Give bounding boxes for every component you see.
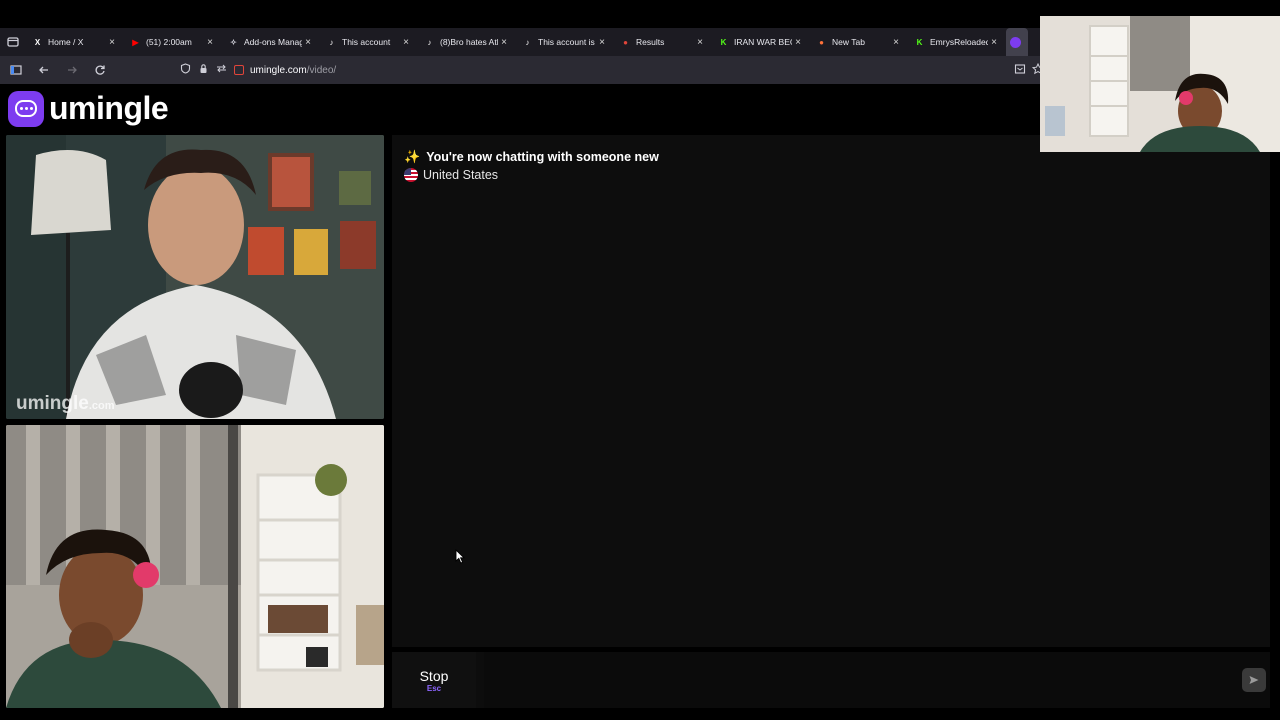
url-host: umingle.com xyxy=(250,64,307,76)
globe-icon: ● xyxy=(623,37,628,47)
browser-tab[interactable]: ♪ This account is p × xyxy=(516,28,614,56)
chat-status-line: ✨ You're now chatting with someone new xyxy=(404,149,659,165)
tab-title: (51) 2:00am xyxy=(146,37,192,47)
tab-title: This account is p xyxy=(538,37,596,47)
tab-title: IRAN WAR BEGI xyxy=(734,37,792,47)
browser-tab[interactable]: ● Results × xyxy=(614,28,712,56)
browser-tab[interactable]: ✧ Add-ons Manag × xyxy=(222,28,320,56)
reload-icon[interactable] xyxy=(88,58,112,82)
browser-tab[interactable]: ♪ This account × xyxy=(320,28,418,56)
shield-icon[interactable] xyxy=(176,63,194,77)
chat-country-text: United States xyxy=(423,168,499,182)
stop-button-label: Stop xyxy=(419,667,449,684)
chat-controls: Stop Esc xyxy=(392,652,1270,708)
close-tab-icon[interactable]: × xyxy=(792,37,804,48)
stranger-video-scene xyxy=(6,135,384,419)
close-tab-icon[interactable]: × xyxy=(498,37,510,48)
close-tab-icon[interactable]: × xyxy=(302,37,314,48)
x-logo-icon: X xyxy=(34,37,41,47)
url-path: /video/ xyxy=(306,64,337,76)
umingle-watermark: umingle.com xyxy=(16,393,115,414)
close-tab-icon[interactable]: × xyxy=(400,37,412,48)
browser-tab[interactable]: ▶ (51) 2:00am × xyxy=(124,28,222,56)
chat-bubble-logo-icon xyxy=(8,90,44,127)
browser-tab[interactable]: ● New Tab × xyxy=(810,28,908,56)
close-tab-icon[interactable]: × xyxy=(204,37,216,48)
chat-panel: ✨ You're now chatting with someone new U… xyxy=(392,135,1270,647)
page-content: umingle umingle.com ✨ You're now chattin… xyxy=(0,84,1280,720)
tab-list-icon[interactable] xyxy=(0,28,26,56)
close-tab-icon[interactable]: × xyxy=(988,37,1000,48)
youtube-icon: ▶ xyxy=(132,37,139,47)
close-tab-icon[interactable]: × xyxy=(596,37,608,48)
kick-icon: K xyxy=(720,37,727,47)
firefox-icon: ● xyxy=(819,37,824,47)
mouse-cursor-icon xyxy=(455,549,465,564)
send-button[interactable] xyxy=(1242,668,1266,692)
reader-view-icon[interactable] xyxy=(1014,63,1026,78)
sidebar-icon[interactable] xyxy=(4,58,28,82)
tab-title: Home / X xyxy=(48,37,84,47)
tab-umingle-active[interactable] xyxy=(1006,28,1028,56)
camera-permission-icon[interactable] xyxy=(234,65,244,75)
tab-title: Add-ons Manag xyxy=(244,37,302,47)
streamer-webcam-overlay xyxy=(1040,16,1280,152)
sparkles-icon: ✨ xyxy=(404,149,421,164)
message-input[interactable] xyxy=(484,652,1270,708)
url-bar[interactable]: umingle.com/video/ xyxy=(176,58,1046,82)
back-arrow-icon[interactable] xyxy=(32,58,56,82)
puzzle-icon: ✧ xyxy=(230,37,237,47)
tab-title: This account xyxy=(342,37,391,47)
browser-tab[interactable]: X Home / X × xyxy=(26,28,124,56)
logo-text: umingle xyxy=(49,90,169,126)
chat-status-text: You're now chatting with someone new xyxy=(426,150,659,164)
stop-button[interactable]: Stop Esc xyxy=(392,652,476,708)
browser-tab[interactable]: ♪ (8)Bro hates Atla × xyxy=(418,28,516,56)
close-tab-icon[interactable]: × xyxy=(890,37,902,48)
umingle-tab-icon xyxy=(1010,36,1021,48)
tiktok-icon: ♪ xyxy=(427,37,432,47)
us-flag-icon xyxy=(404,168,418,182)
permissions-icon[interactable] xyxy=(212,63,230,77)
kick-icon: K xyxy=(916,37,923,47)
stop-button-shortcut: Esc xyxy=(426,683,442,693)
chat-country-line: United States xyxy=(404,168,498,182)
tiktok-icon: ♪ xyxy=(525,37,530,47)
tab-title: (8)Bro hates Atla xyxy=(440,37,498,47)
send-arrow-icon xyxy=(1249,676,1259,684)
self-video-scene xyxy=(6,425,384,708)
forward-arrow-icon[interactable] xyxy=(60,58,84,82)
self-video xyxy=(6,425,384,708)
streamer-webcam-scene xyxy=(1040,16,1280,152)
tab-title: New Tab xyxy=(832,37,865,47)
tab-title: Results xyxy=(636,37,665,47)
stranger-video: umingle.com xyxy=(6,135,384,419)
lock-icon[interactable] xyxy=(194,63,212,77)
close-tab-icon[interactable]: × xyxy=(106,37,118,48)
browser-tab[interactable]: K EmrysReloaded × xyxy=(908,28,1006,56)
tab-title: EmrysReloaded xyxy=(930,37,988,47)
close-tab-icon[interactable]: × xyxy=(694,37,706,48)
site-logo[interactable]: umingle xyxy=(8,90,169,127)
tiktok-icon: ♪ xyxy=(329,37,334,47)
browser-tab[interactable]: K IRAN WAR BEGI× xyxy=(712,28,810,56)
